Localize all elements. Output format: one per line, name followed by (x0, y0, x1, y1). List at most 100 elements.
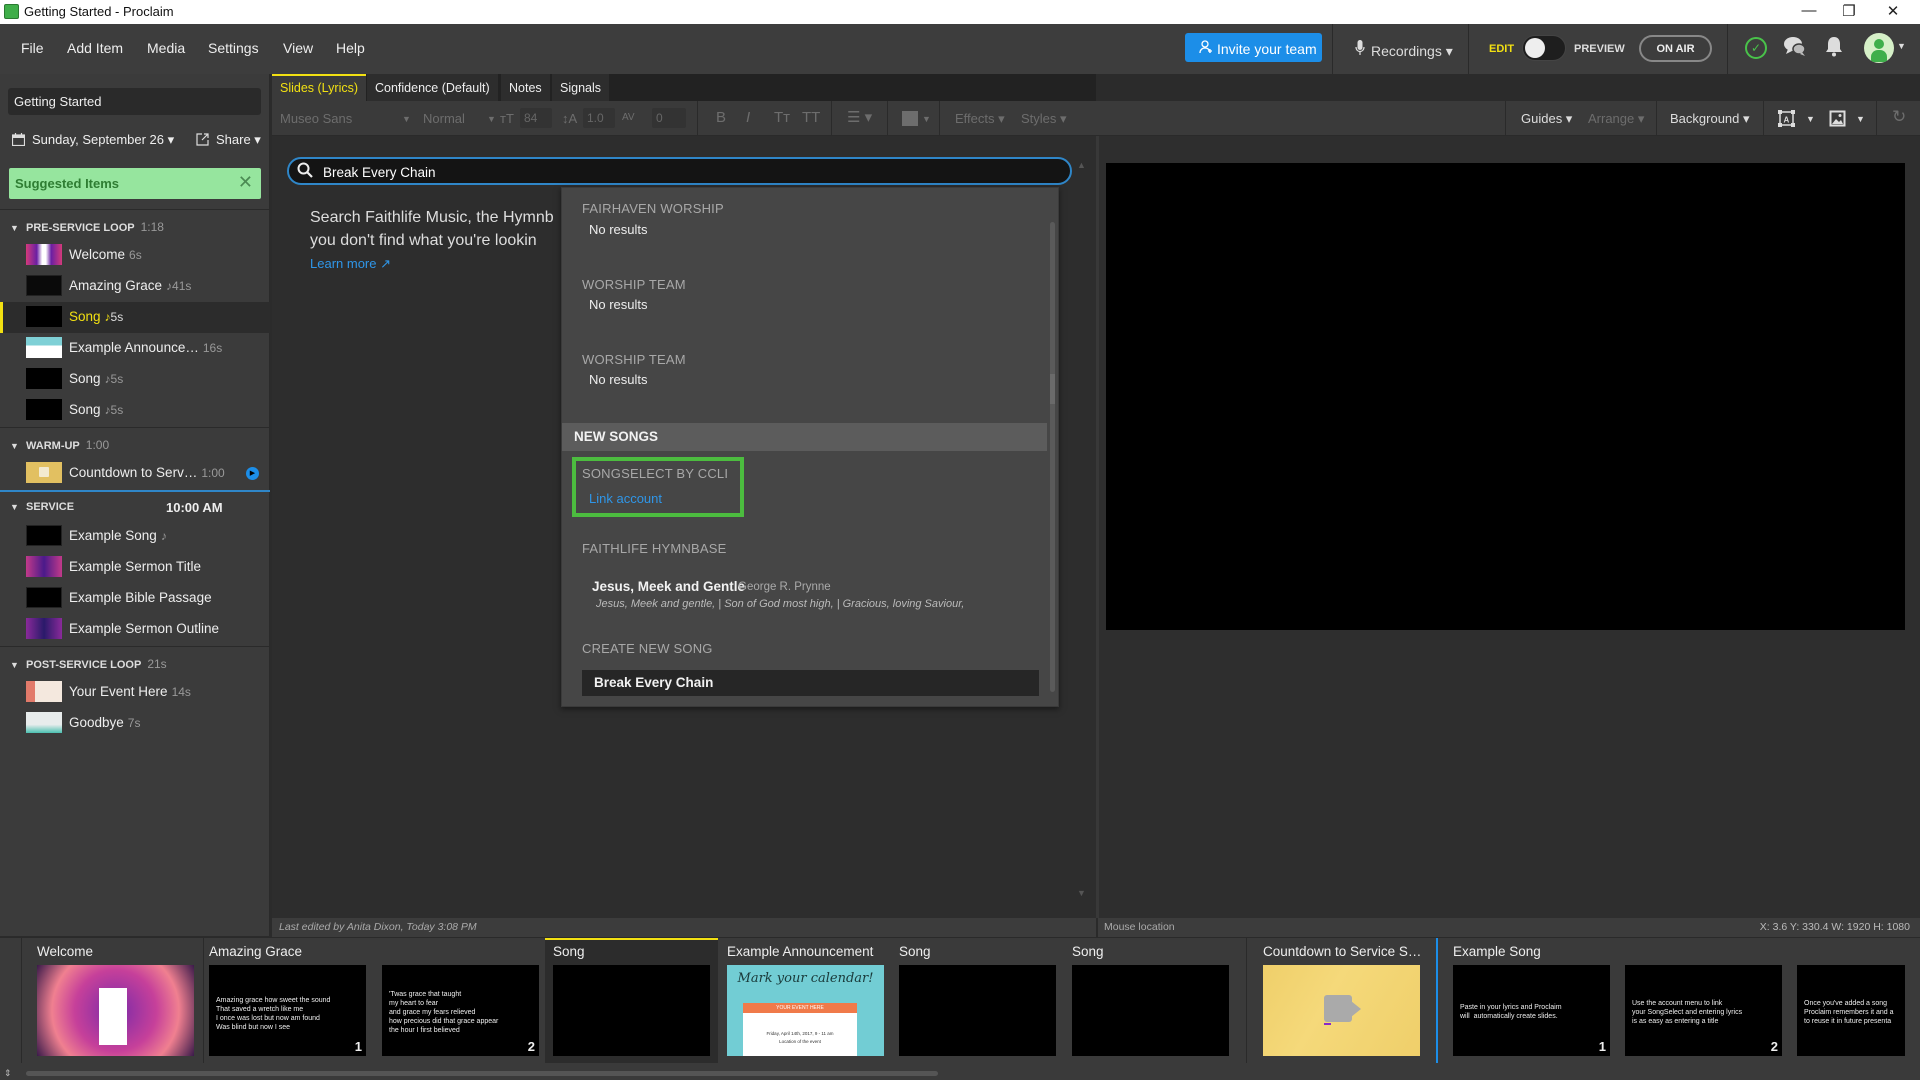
restore-button[interactable]: ❐ (1834, 2, 1864, 20)
song-search-box[interactable] (287, 157, 1072, 185)
sidebar-item[interactable]: Amazing Grace ♪41s (0, 271, 270, 302)
arrange-dropdown[interactable]: Arrange ▾ (1588, 111, 1644, 127)
suggested-items-banner[interactable]: Suggested Items ✕ (9, 168, 261, 199)
menu-help[interactable]: Help (336, 40, 365, 56)
text-color-swatch[interactable] (902, 111, 918, 126)
slide-thumbnail[interactable]: Once you've added a song Proclaim rememb… (1797, 965, 1905, 1056)
minimize-button[interactable]: — (1794, 2, 1824, 19)
slide-thumbnail[interactable]: Amazing grace how sweet the sound That s… (209, 965, 366, 1056)
slide-thumbnail[interactable]: Use the account menu to link your SongSe… (1625, 965, 1782, 1056)
notifications-bell-icon[interactable] (1824, 35, 1844, 63)
edit-mode-label[interactable]: EDIT (1489, 43, 1514, 55)
song-search-input[interactable] (323, 162, 1023, 182)
menu-settings[interactable]: Settings (208, 40, 259, 56)
user-avatar[interactable] (1864, 33, 1894, 63)
undo-icon[interactable]: ↻ (1892, 107, 1906, 127)
caret-down-icon[interactable]: ▼ (10, 502, 22, 512)
sidebar-item[interactable]: Song ♪5s (0, 395, 270, 426)
text-box-icon[interactable]: A (1778, 110, 1795, 132)
sidebar-item[interactable]: Welcome 6s (0, 240, 270, 271)
close-icon[interactable]: ✕ (238, 172, 253, 193)
caret-down-icon[interactable]: ▼ (10, 223, 22, 233)
chat-icon[interactable] (1783, 36, 1807, 64)
chevron-down-icon[interactable]: ▼ (1806, 114, 1815, 124)
sidebar-item[interactable]: Example Sermon Title (0, 552, 270, 583)
font-size-stepper[interactable]: 84 (520, 108, 552, 128)
effects-dropdown[interactable]: Effects ▾ (955, 111, 1005, 127)
guides-dropdown[interactable]: Guides ▾ (1521, 111, 1572, 127)
presentation-title-field[interactable]: Getting Started (8, 88, 261, 115)
collapse-strip-icon[interactable]: ⇕ (4, 1068, 12, 1079)
menu-file[interactable]: File (21, 40, 44, 56)
invite-team-button[interactable]: Invite your team (1185, 33, 1322, 62)
recordings-dropdown[interactable]: Recordings ▾ (1355, 40, 1453, 60)
dropdown-scroll-thumb[interactable] (1050, 374, 1055, 404)
chevron-down-icon[interactable]: ▼ (922, 114, 931, 124)
chevron-down-icon[interactable]: ▼ (487, 114, 496, 124)
caret-down-icon[interactable]: ▼ (10, 660, 22, 670)
tab-slides-lyrics[interactable]: Slides (Lyrics) (272, 74, 367, 101)
styles-dropdown[interactable]: Styles ▾ (1021, 111, 1067, 127)
image-icon[interactable] (1829, 110, 1846, 132)
sidebar-item[interactable]: Example Sermon Outline (0, 614, 270, 645)
sidebar-item[interactable]: Example Bible Passage (0, 583, 270, 614)
chevron-down-icon[interactable]: ▼ (1856, 114, 1865, 124)
tab-confidence[interactable]: Confidence (Default) (367, 74, 498, 101)
section-start-time[interactable]: 10:00 AM (166, 500, 223, 515)
tab-signals[interactable]: Signals (552, 74, 609, 101)
play-icon[interactable]: ▶ (246, 467, 259, 480)
tab-notes[interactable]: Notes (501, 74, 550, 101)
chevron-down-icon[interactable]: ▼ (402, 114, 411, 124)
slide-thumbnail[interactable] (1072, 965, 1229, 1056)
font-weight-select[interactable]: Normal (423, 111, 465, 126)
on-air-button[interactable]: ON AIR (1639, 35, 1712, 62)
bold-button[interactable]: B (716, 109, 726, 126)
sidebar-item-selected[interactable]: Song ♪5s (0, 302, 270, 333)
sidebar-item[interactable]: Your Event Here 14s (0, 677, 270, 708)
section-header-pre-service-loop[interactable]: ▼ PRE-SERVICE LOOP 1:18 (0, 210, 270, 240)
link-account-link[interactable]: Link account (589, 491, 662, 506)
letter-spacing-stepper[interactable]: 0 (652, 108, 686, 128)
italic-button[interactable]: I (746, 109, 750, 126)
slide-thumbnail[interactable] (1263, 965, 1420, 1056)
service-order-sidebar: Getting Started Sunday, September 26 ▾ S… (0, 74, 270, 936)
all-caps-button[interactable]: TT (802, 109, 820, 126)
menu-media[interactable]: Media (147, 40, 185, 56)
chevron-down-icon[interactable]: ▼ (1897, 41, 1906, 51)
font-family-select[interactable]: Museo Sans (280, 111, 352, 126)
learn-more-link[interactable]: Learn more ↗ (310, 256, 391, 272)
line-height-stepper[interactable]: 1.0 (583, 108, 615, 128)
sidebar-item[interactable]: Example Song ♪ (0, 521, 270, 552)
sync-status-check-icon[interactable]: ✓ (1745, 37, 1767, 59)
sidebar-item[interactable]: Countdown to Serv… 1:00 ▶ (0, 458, 270, 489)
preview-mode-label[interactable]: PREVIEW (1574, 43, 1625, 55)
small-caps-button[interactable]: Tт (774, 109, 790, 126)
create-new-song-option[interactable]: Break Every Chain (582, 670, 1039, 696)
sidebar-item[interactable]: Song ♪5s (0, 364, 270, 395)
service-date-dropdown[interactable]: Sunday, September 26 ▾ (32, 132, 174, 147)
close-window-button[interactable]: ✕ (1878, 2, 1908, 20)
caret-down-icon[interactable]: ▼ (10, 441, 22, 451)
share-button[interactable]: Share ▾ (196, 132, 261, 149)
slide-thumbnail[interactable]: Paste in your lyrics and Proclaim will a… (1453, 965, 1610, 1056)
scroll-up-arrow[interactable]: ▲ (1077, 160, 1086, 170)
slide-thumbnail[interactable] (37, 965, 194, 1056)
section-header-warm-up[interactable]: ▼ WARM-UP 1:00 (0, 428, 270, 458)
strip-horizontal-scrollbar[interactable] (26, 1071, 938, 1076)
align-icon[interactable]: ☰ ▾ (847, 108, 872, 126)
section-header-post-service-loop[interactable]: ▼ POST-SERVICE LOOP 21s (0, 647, 270, 677)
slide-thumbnail[interactable] (899, 965, 1056, 1056)
menu-view[interactable]: View (283, 40, 313, 56)
background-dropdown[interactable]: Background ▾ (1670, 111, 1750, 127)
menu-add-item[interactable]: Add Item (67, 40, 123, 56)
dropdown-scrollbar[interactable] (1050, 222, 1055, 692)
slide-thumbnail[interactable] (553, 965, 710, 1056)
slide-thumbnail[interactable]: Mark your calendar! YOUR EVENT HERE Frid… (727, 965, 884, 1056)
edit-preview-toggle[interactable] (1522, 35, 1566, 61)
sidebar-item[interactable]: Goodbye 7s (0, 708, 270, 739)
slide-canvas[interactable] (1106, 163, 1905, 630)
slide-thumbnail[interactable]: 'Twas grace that taught my heart to fear… (382, 965, 539, 1056)
section-header-service[interactable]: ▼ SERVICE 10:00 AM (0, 491, 270, 521)
sidebar-item[interactable]: Example Announce… 16s (0, 333, 270, 364)
scroll-down-arrow[interactable]: ▼ (1077, 888, 1086, 898)
